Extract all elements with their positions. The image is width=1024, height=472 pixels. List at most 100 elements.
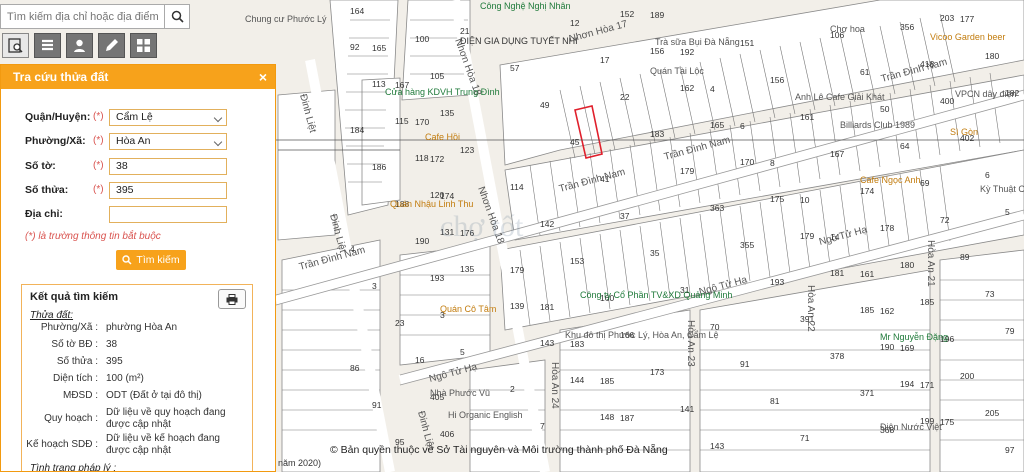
grid-tool-button[interactable] <box>130 33 157 58</box>
result-subtitle: Thửa đất: <box>30 310 74 321</box>
parcel-number: 123 <box>460 145 474 155</box>
poi-label: Hi Organic English <box>448 410 523 420</box>
result-key: MĐSD : <box>63 390 98 401</box>
parcel-number: 64 <box>900 141 910 151</box>
parcel-number: 189 <box>650 10 664 20</box>
parcel-number: 2 <box>510 384 515 394</box>
parcel-number: 172 <box>430 154 444 164</box>
result-key: Phường/Xã : <box>40 322 98 333</box>
parcel-number: 180 <box>900 260 914 270</box>
result-value: Dữ liệu về kế hoạch đang được cập nhật <box>106 433 220 456</box>
parcel-number: 57 <box>510 63 520 73</box>
legal-status-label: Tình trạng pháp lý : <box>30 463 117 472</box>
parcel-number: 73 <box>985 289 995 299</box>
search-input[interactable] <box>1 5 165 28</box>
parcel-number: 371 <box>860 388 874 398</box>
parcel-number: 406 <box>440 429 454 439</box>
poi-label: Công ty Cổ Phần TV&XD Quảng Minh <box>580 290 732 300</box>
find-button[interactable]: Tìm kiếm <box>116 250 186 270</box>
ward-label: Phường/Xã: <box>25 135 86 147</box>
map-toolbar <box>2 33 157 59</box>
parcel-number: 113 <box>372 79 386 89</box>
print-button[interactable] <box>218 289 246 309</box>
required-mark: (*) <box>93 160 104 171</box>
street-label: Hòa An 24 <box>549 362 560 409</box>
required-note: (*) là trường thông tin bắt buộc <box>25 231 161 242</box>
poi-label: Quán Tài Lộc <box>650 66 704 76</box>
parcel-number: 185 <box>860 305 874 315</box>
sheet-number-input[interactable]: 38 <box>109 158 227 175</box>
close-icon[interactable]: × <box>259 65 267 89</box>
parcel-number: 192 <box>680 47 694 57</box>
poi-label: Cửa hàng KDVH Trung Đình <box>385 87 500 97</box>
parcel-number: 135 <box>440 108 454 118</box>
sheet-number-label: Số tờ: <box>25 160 56 172</box>
parcel-number: 118 <box>415 153 429 163</box>
address-input[interactable] <box>109 206 227 223</box>
parcel-number: 181 <box>540 302 554 312</box>
poi-label: Khu đô thị Phước Lý, Hòa An, Cẩm Lệ <box>565 330 719 340</box>
parcel-number: 91 <box>372 400 382 410</box>
parcel-lookup-tool-button[interactable] <box>2 33 29 58</box>
user-tool-button[interactable] <box>66 33 93 58</box>
poi-label: Cafe Ngọc Anh <box>860 175 921 185</box>
poi-label: Trà sữa Bụi Đà Nẵng <box>655 37 740 47</box>
parcel-number: 4 <box>350 244 355 254</box>
parcel-number: 21 <box>460 26 470 36</box>
poi-label: Nhà Phước Vũ <box>430 388 490 398</box>
address-search-bar[interactable] <box>0 4 190 29</box>
poi-label: Công Nghệ Nghị Nhân <box>480 1 571 11</box>
layers-tool-button[interactable] <box>34 33 61 58</box>
result-key: Kế hoạch SDĐ : <box>26 439 98 450</box>
poi-label: Chung cư Phước Lý <box>245 14 327 24</box>
poi-label: Sì Gòn <box>950 127 978 137</box>
printer-icon <box>226 293 238 305</box>
poi-label: Mr Nguyễn Đặng <box>880 332 948 342</box>
watermark: chợ tốt <box>440 210 524 243</box>
result-value: Dữ liệu về quy hoạch đang được cập nhật <box>106 407 226 430</box>
parcel-number: 151 <box>740 38 754 48</box>
parcel-number-label: Số thửa: <box>25 184 69 196</box>
parcel-number: 23 <box>395 318 405 328</box>
parcel-number: 355 <box>740 240 754 250</box>
parcel-number: 183 <box>650 129 664 139</box>
result-value: 395 <box>106 356 123 367</box>
parcel-number: 22 <box>620 92 630 102</box>
search-button[interactable] <box>164 5 189 28</box>
parcel-number: 193 <box>430 273 444 283</box>
parcel-number: 162 <box>680 83 694 93</box>
result-value: 38 <box>106 339 118 350</box>
poi-label: Kỳ Thuật Cơ <box>980 184 1024 194</box>
parcel-number: 190 <box>880 342 894 352</box>
edit-tool-button[interactable] <box>98 33 125 58</box>
parcel-number: 187 <box>620 413 634 423</box>
result-value: ODT (Đất ở tại đô thị) <box>106 390 202 401</box>
district-select[interactable]: Cẩm Lệ <box>109 109 227 126</box>
parcel-number: 35 <box>650 248 660 258</box>
poi-label: Chợ hoa <box>830 24 865 34</box>
parcel-number: 148 <box>600 412 614 422</box>
ward-select[interactable]: Hòa An <box>109 133 227 150</box>
find-button-label: Tìm kiếm <box>136 254 180 266</box>
parcel-number: 3 <box>372 281 377 291</box>
parcel-number: 100 <box>415 34 429 44</box>
parcel-number: 114 <box>510 182 524 192</box>
poi-label: Quán Cô Tâm <box>440 304 496 314</box>
parcel-number: 6 <box>985 170 990 180</box>
required-mark: (*) <box>93 184 104 195</box>
parcel-number-input[interactable]: 395 <box>109 182 227 199</box>
parcel-number: 153 <box>570 256 584 266</box>
panel-header: Tra cứu thửa đất × <box>1 65 275 89</box>
parcel-number: 156 <box>650 46 664 56</box>
parcel-number: 179 <box>680 166 694 176</box>
parcel-number: 14 <box>830 232 840 242</box>
result-key: Diện tích : <box>52 373 98 384</box>
parcel-number: 135 <box>460 264 474 274</box>
parcel-number: 71 <box>800 433 810 443</box>
required-mark: (*) <box>93 135 104 146</box>
parcel-number: 81 <box>770 396 780 406</box>
parcel-number: 10 <box>800 195 810 205</box>
parcel-number: 105 <box>430 71 444 81</box>
poi-label: Cafe Hồi <box>425 132 460 142</box>
parcel-number: 184 <box>350 125 364 135</box>
